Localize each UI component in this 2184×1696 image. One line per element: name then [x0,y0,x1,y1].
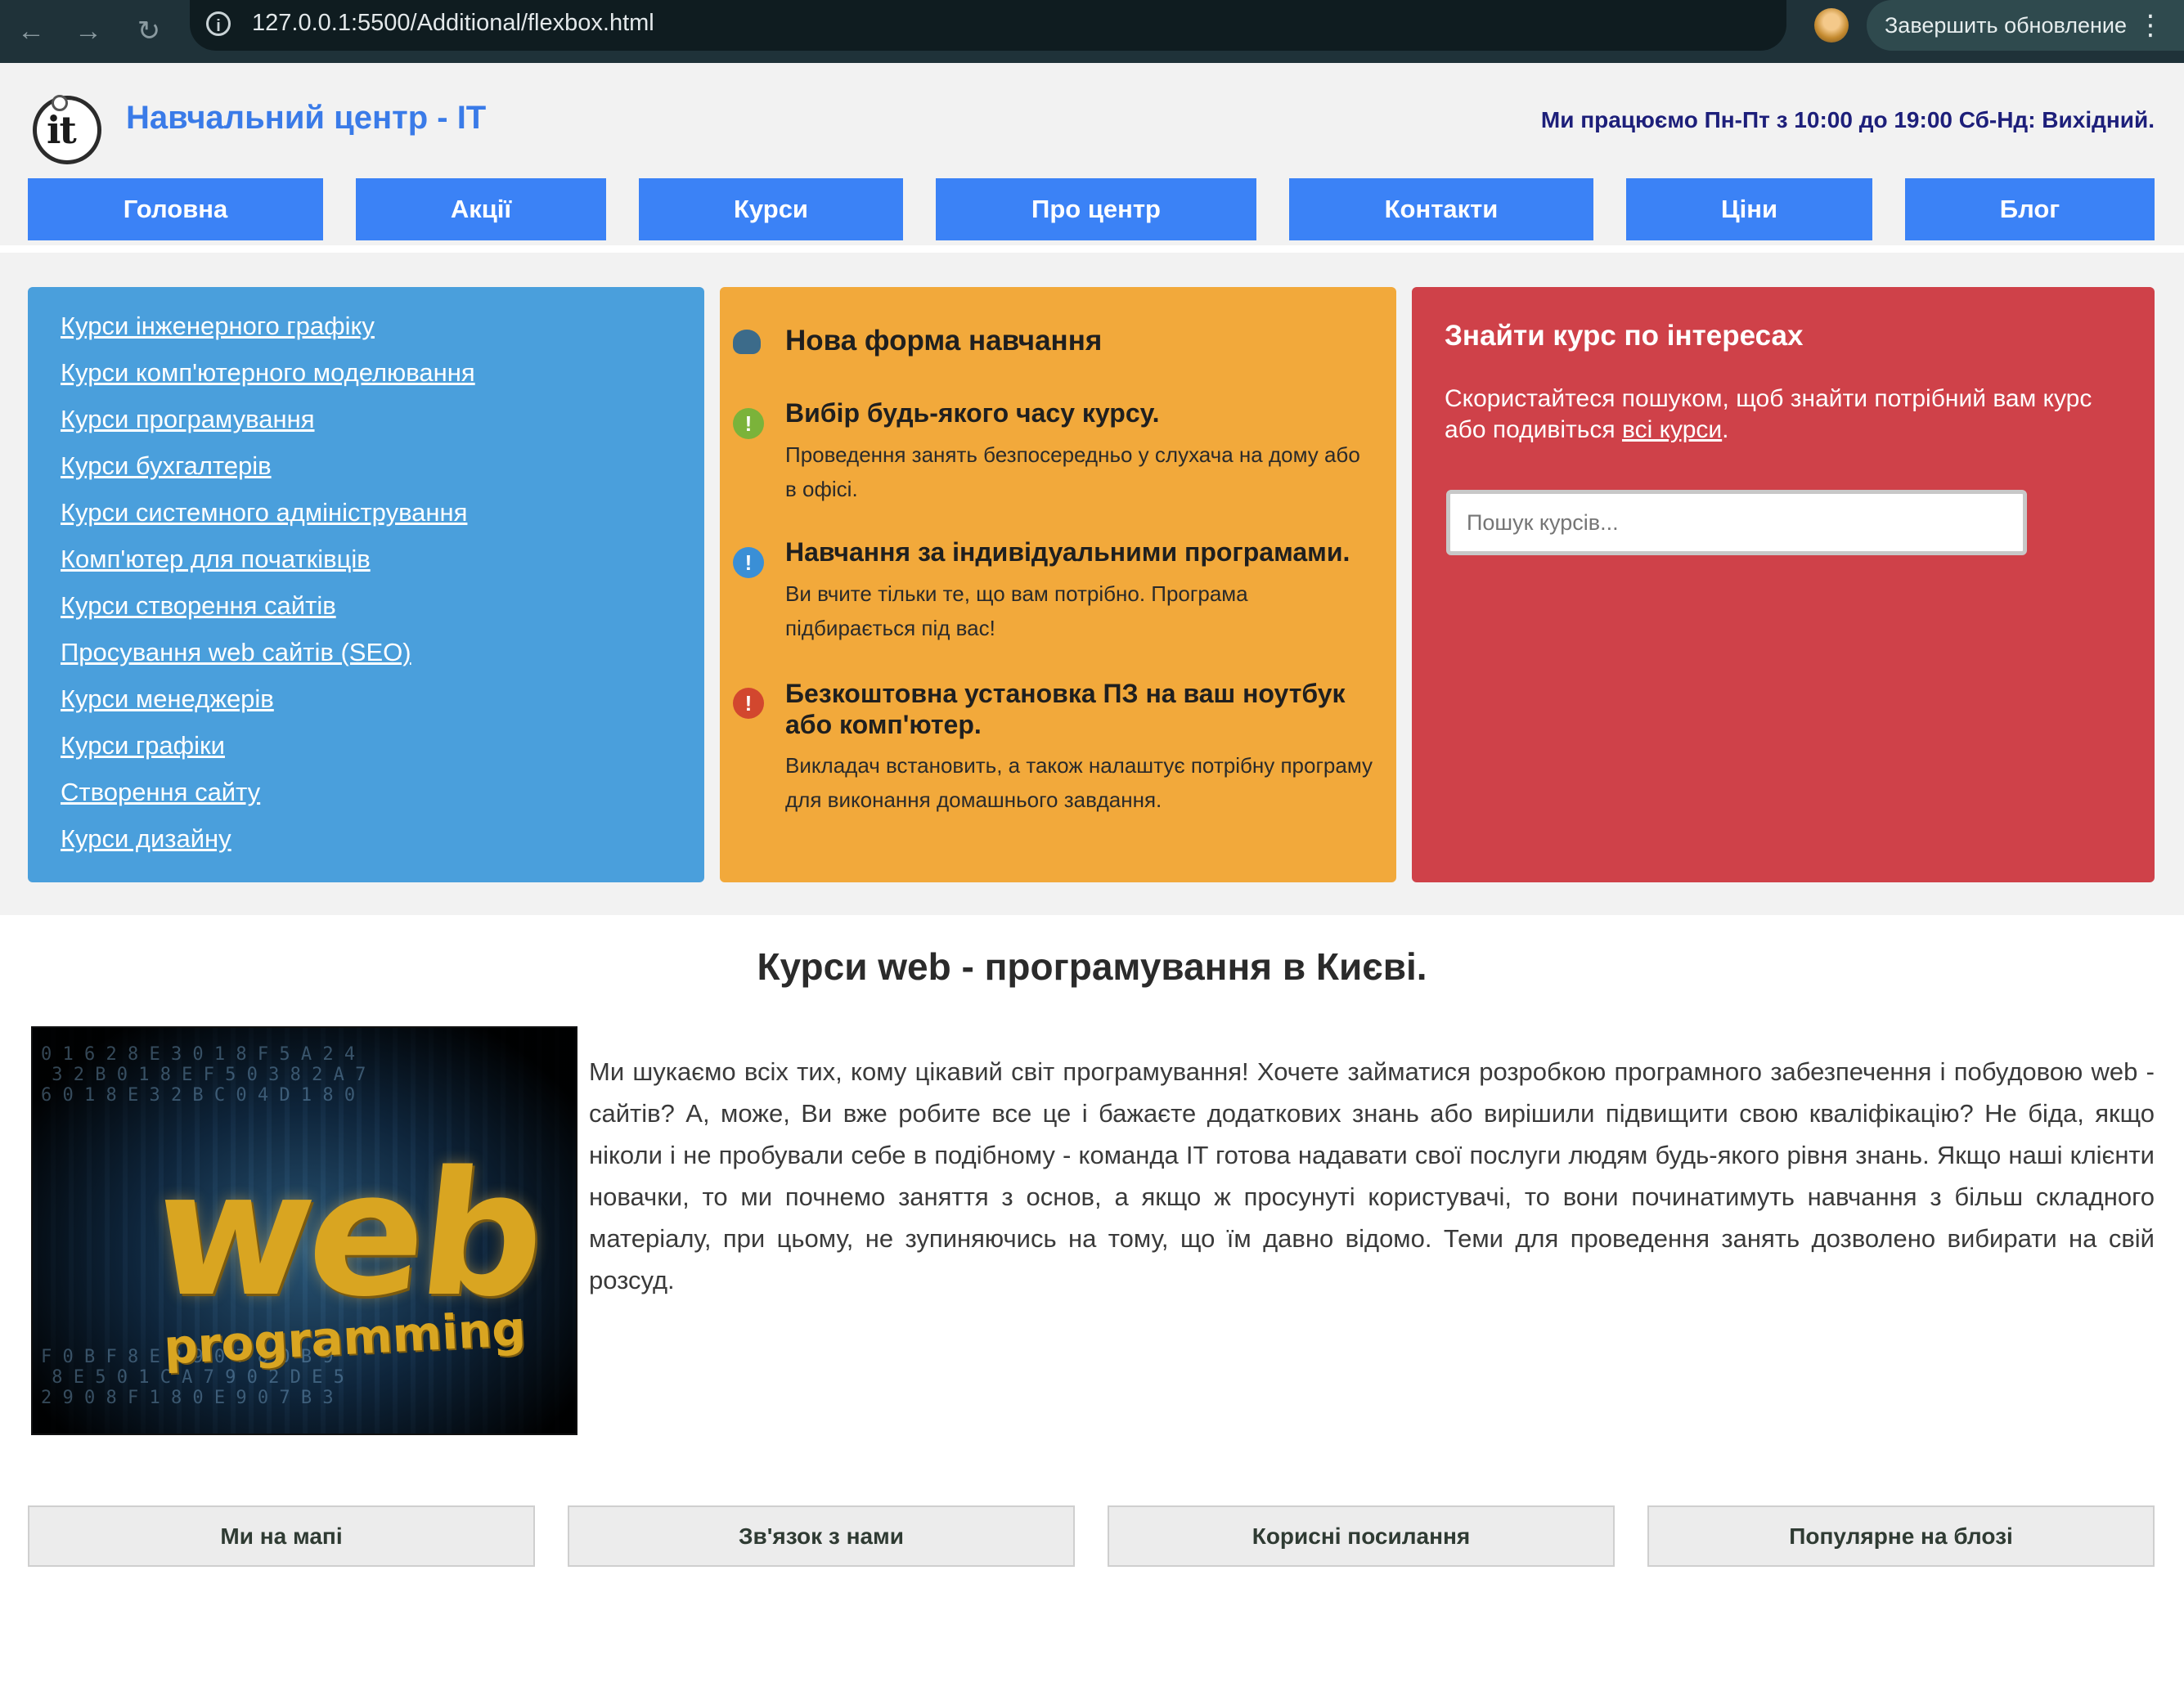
feature-text: Ви вчите тільки те, що вам потрібно. Про… [785,581,1248,640]
page-heading: Курси web - програмування в Києві. [757,945,1427,988]
search-title: Знайти курс по інтересах [1445,320,1804,352]
menu-item-courses[interactable]: Курси [639,178,903,240]
search-text-end: . [1722,416,1729,443]
search-text: Скористайтеся пошуком, щоб знайти потріб… [1445,385,2092,443]
footer-contact-button[interactable]: Зв'язок з нами [568,1505,1075,1567]
course-link[interactable]: Курси менеджерів [61,684,274,714]
logo-text: it [47,108,77,152]
intro-paragraph: Ми шукаємо всіх тих, кому цікавий світ п… [589,1057,2155,1294]
menu-item-about[interactable]: Про центр [936,178,1256,240]
site-info-icon[interactable]: i [206,11,231,36]
menu-item-home[interactable]: Головна [28,178,323,240]
footer-popular-button[interactable]: Популярне на блозі [1647,1505,2155,1567]
search-description: Скористайтеся пошуком, щоб знайти потріб… [1445,384,2115,446]
menu-item-contacts[interactable]: Контакти [1289,178,1593,240]
feature-title: Безкоштовна установка ПЗ на ваш ноутбук … [785,679,1346,739]
footer-map-button[interactable]: Ми на мапі [28,1505,535,1567]
course-link[interactable]: Курси графіки [61,731,225,761]
all-courses-link[interactable]: всі курси [1622,416,1722,443]
feature-text: Викладач встановить, а також налаштує по… [785,753,1373,812]
update-button-label: Завершить обновление [1885,13,2127,38]
update-button[interactable]: Завершить обновление ⋮ [1867,0,2184,51]
search-input[interactable] [1446,490,2027,555]
info-section: Курси інженерного графіку Курси комп'юте… [0,253,2184,915]
profile-avatar[interactable] [1814,8,1849,43]
image-code-pattern: 0 1 6 2 8 E 3 0 1 8 F 5 A 2 4 3 2 B 0 1 … [41,1044,366,1106]
forward-arrow-icon[interactable]: → [67,10,110,52]
search-panel: Знайти курс по інтересах Скористайтеся п… [1412,287,2155,882]
web-programming-image: 0 1 6 2 8 E 3 0 1 8 F 5 A 2 4 3 2 B 0 1 … [31,1026,577,1435]
back-arrow-icon[interactable]: ← [10,10,52,52]
green-info-icon: ! [733,408,764,439]
blue-info-icon: ! [733,547,764,578]
footer-links-button[interactable]: Корисні посилання [1108,1505,1615,1567]
course-link[interactable]: Комп'ютер для початківців [61,545,371,574]
browser-toolbar: ← → ↻ i 127.0.0.1:5500/Additional/flexbo… [0,0,2184,63]
reload-icon[interactable]: ↻ [128,10,170,52]
red-alert-icon: ! [733,688,764,719]
features-panel: Нова форма навчання ! Вибір будь-якого ч… [720,287,1396,882]
more-menu-icon[interactable]: ⋮ [2137,0,2164,51]
site-title[interactable]: Навчальний центр - IT [126,100,486,137]
menu-item-promotions[interactable]: Акції [356,178,606,240]
feature-title: Навчання за індивідуальними програмами. [785,537,1350,567]
course-link[interactable]: Курси дизайну [61,824,231,854]
course-link[interactable]: Курси комп'ютерного моделювання [61,358,475,388]
course-link[interactable]: Просування web сайтів (SEO) [61,638,411,667]
feature-text: Проведення занять безпосередньо у слухач… [785,442,1360,501]
address-bar[interactable]: i 127.0.0.1:5500/Additional/flexbox.html… [190,0,1950,51]
course-link[interactable]: Курси інженерного графіку [61,312,375,341]
course-link[interactable]: Курси бухгалтерів [61,451,272,481]
course-link[interactable]: Створення сайту [61,778,260,807]
course-link[interactable]: Курси програмування [61,405,314,434]
logo[interactable]: it [33,95,101,164]
menu-item-prices[interactable]: Ціни [1626,178,1872,240]
site-header: it Навчальний центр - IT Ми працюємо Пн-… [0,63,2184,245]
courses-panel: Курси інженерного графіку Курси комп'юте… [28,287,704,882]
course-link[interactable]: Курси системного адміністрування [61,498,467,527]
features-heading: Нова форма навчання [785,325,1103,357]
feature-title: Вибір будь-якого часу курсу. [785,398,1160,428]
work-hours: Ми працюємо Пн-Пт з 10:00 до 19:00 Сб-Нд… [1540,107,2155,132]
user-icon [733,330,761,354]
url-text[interactable]: 127.0.0.1:5500/Additional/flexbox.html [252,10,654,37]
menu-item-blog[interactable]: Блог [1905,178,2155,240]
course-link[interactable]: Курси створення сайтів [61,591,336,621]
